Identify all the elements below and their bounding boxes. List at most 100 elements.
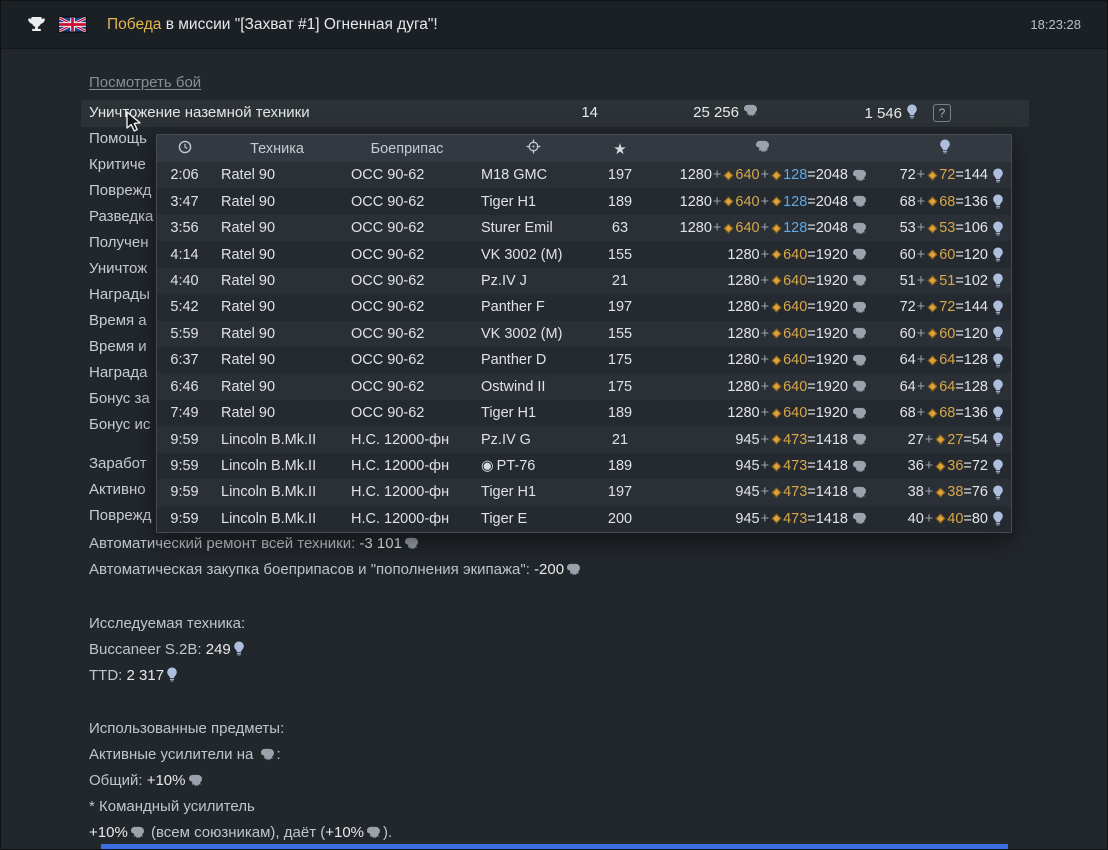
battle-log-header: Техника Боеприпас ★ [157,135,1011,162]
log-silver: 945 +473 =1418 [646,426,874,452]
bonus-diamond-icon [771,487,782,498]
summary-row-ground-destruction[interactable]: Уничтожение наземной техники 14 25 256 1… [81,100,1029,127]
footer-lines: Автоматический ремонт всей техники: -3 1… [89,531,583,846]
stat-row[interactable]: Критиче [89,152,155,178]
log-silver: 945 +473 =1418 [646,479,874,505]
results-header-bar: Победа в миссии "[Захват #1] Огненная ду… [1,1,1107,49]
stat-row[interactable]: Уничтож [89,256,155,282]
stat-row[interactable]: Время а [89,308,155,334]
battle-log-body: 2:06 Ratel 90 ОСС 90-62 M18 GMC 197 1280 +640 +… [157,162,1011,533]
log-rp: 53 +53 =106 [874,215,1011,241]
log-time: 7:49 [170,405,199,422]
log-vehicle: Ratel 90 [221,220,276,237]
log-ammo: ОСС 90-62 [351,193,425,210]
bonus-diamond-icon [927,302,938,313]
battle-log-row: 2:06 Ratel 90 ОСС 90-62 M18 GMC 197 1280 +640 +… [157,162,1011,189]
log-silver: 1280 +640 +128 =2048 [646,215,874,241]
summary-label: Уничтожение наземной техники [89,104,310,121]
summary-rp-value: 1 546 [738,104,918,123]
log-target: Panther D [481,352,547,369]
stat-row[interactable]: Награда [89,360,155,386]
log-ammo: ОСС 90-62 [351,167,425,184]
log-silver: 1280 +640 =1920 [646,347,874,373]
log-time: 6:37 [170,352,199,369]
log-target: ◉ PT-76 [481,458,536,475]
log-time: 3:47 [170,193,199,210]
log-time: 9:59 [170,510,199,527]
battle-results-screen: Победа в миссии "[Захват #1] Огненная ду… [0,0,1108,850]
log-target: Tiger H1 [481,193,537,210]
bonus-diamond-icon [771,249,782,260]
bonus-diamond-icon [927,408,938,419]
log-target: Tiger H1 [481,484,537,501]
text-spacer [89,689,583,716]
research-points-icon [993,485,1003,500]
log-vehicle: Lincoln B.Mk.II [221,484,317,501]
stat-row[interactable]: Награды [89,282,155,308]
silver-lion-icon [853,354,866,366]
stat-row[interactable]: Бонус за [89,386,155,412]
log-vehicle: Lincoln B.Mk.II [221,510,317,527]
bonus-diamond-icon [927,223,938,234]
log-silver: 1280 +640 =1920 [646,241,874,267]
stat-row[interactable]: Заработ [89,451,155,477]
silver-lion-icon [367,826,381,839]
log-silver: 945 +473 =1418 [646,453,874,479]
silver-lion-icon [853,301,866,313]
log-time: 9:59 [170,431,199,448]
log-score: 63 [611,220,629,237]
log-vehicle: Ratel 90 [221,246,276,263]
research-points-icon [993,459,1003,474]
log-vehicle: Lincoln B.Mk.II [221,458,317,475]
log-rp: 27 +27 =54 [874,426,1011,452]
bonus-diamond-icon [927,381,938,392]
bonus-diamond-icon [927,170,938,181]
time-column-header [157,135,212,162]
log-score: 155 [607,325,633,342]
research-header: Исследуемая техника: [89,615,246,632]
research-points-icon [233,641,244,656]
summary-silver-value: 25 256 [578,104,758,121]
mission-title: Победа в миссии "[Захват #1] Огненная ду… [107,16,438,34]
bonus-diamond-icon [771,408,782,419]
silver-lion-icon [853,169,866,181]
log-silver: 1280 +640 +128 =2048 [646,188,874,214]
stat-row[interactable]: Бонус ис [89,412,155,438]
research-points-icon [993,353,1003,368]
bonus-diamond-icon [723,196,734,207]
bonus-diamond-icon [771,328,782,339]
view-battle-link[interactable]: Посмотреть бой [89,74,201,91]
battle-log-row: 9:59 Lincoln B.Mk.II Н.С. 12000-фн Tiger E 2… [157,505,1011,533]
boosters-line: Активные усилители на : [89,746,281,763]
research-points-icon [993,379,1003,394]
help-icon[interactable]: ? [933,104,951,122]
auto-repair-line: Автоматический ремонт всей техники: -3 1… [89,531,583,557]
stat-row[interactable]: Разведка [89,204,155,230]
log-rp: 36 +36 =72 [874,453,1011,479]
stat-row[interactable]: Активно [89,477,155,503]
log-vehicle: Ratel 90 [221,272,276,289]
log-ammo: ОСС 90-62 [351,246,425,263]
stat-row[interactable]: Получен [89,230,155,256]
battle-log-row: 5:42 Ratel 90 ОСС 90-62 Panther F 197 1280 +64… [157,294,1011,321]
victory-word: Победа [107,15,162,33]
booster-note-2: +10% (всем союзникам), даёт (+10%). [89,824,393,841]
stat-row[interactable]: Время и [89,334,155,360]
stat-row[interactable]: Помощь [89,126,155,152]
log-target: Pz.IV G [481,431,531,448]
silver-lion-icon [260,748,274,761]
log-score: 21 [611,431,629,448]
log-time: 5:42 [170,299,199,316]
stat-row[interactable]: Поврежд [89,503,155,529]
log-rp: 64 +64 =128 [874,374,1011,400]
silver-lion-icon [853,513,866,525]
log-time: 4:14 [170,246,199,263]
log-vehicle: Ratel 90 [221,378,276,395]
silver-lion-icon [853,434,866,446]
log-target: VK 3002 (M) [481,246,563,263]
booster-note-1: * Командный усилитель [89,798,255,815]
log-score: 197 [607,484,633,501]
bonus-diamond-icon [771,461,782,471]
silver-lion-icon [567,563,581,576]
stat-row[interactable]: Поврежд [89,178,155,204]
